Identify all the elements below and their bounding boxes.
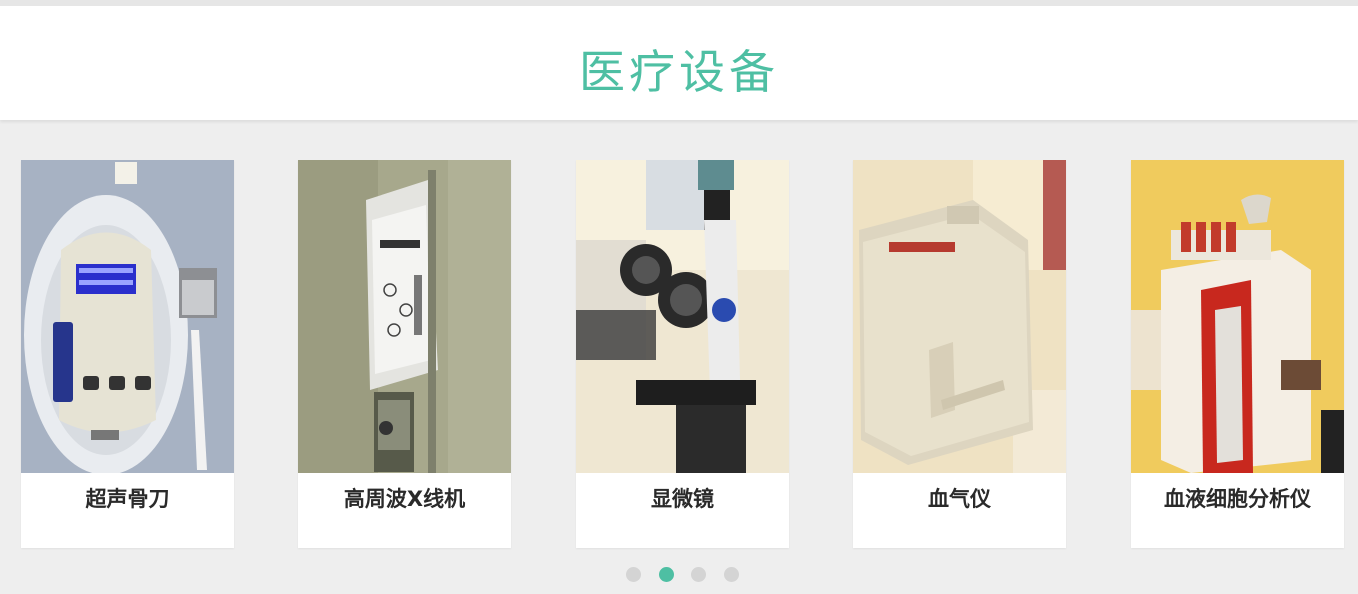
product-card-blood-gas-analyzer[interactable]: 血气仪 [853,160,1066,548]
product-carousel: 超声骨刀 高周波X线机 显微镜 血气仪 血液细胞分析仪 [0,160,1358,550]
section-header: 医疗设备 [0,6,1358,120]
high-frequency-xray-machine-photo[interactable] [298,160,511,473]
product-label[interactable]: 超声骨刀 [21,473,234,548]
pagination-dot-4[interactable] [724,567,739,582]
product-card-hematology-analyzer[interactable]: 血液细胞分析仪 [1131,160,1344,548]
pagination-dot-2[interactable] [659,567,674,582]
product-card-microscope[interactable]: 显微镜 [576,160,789,548]
ultrasonic-bone-knife-photo[interactable] [21,160,234,473]
microscope-photo[interactable] [576,160,789,473]
section-title: 医疗设备 [579,45,779,99]
hematology-analyzer-photo[interactable] [1131,160,1344,473]
pagination-dot-3[interactable] [691,567,706,582]
pagination-dot-1[interactable] [626,567,641,582]
blood-gas-analyzer-photo[interactable] [853,160,1066,473]
product-label[interactable]: 血气仪 [853,473,1066,548]
carousel-pagination [0,567,1358,583]
product-card-xray-machine[interactable]: 高周波X线机 [298,160,511,548]
product-card-ultrasonic-bone-knife[interactable]: 超声骨刀 [21,160,234,548]
product-label[interactable]: 显微镜 [576,473,789,548]
product-label[interactable]: 高周波X线机 [298,473,511,548]
product-label[interactable]: 血液细胞分析仪 [1131,473,1344,548]
